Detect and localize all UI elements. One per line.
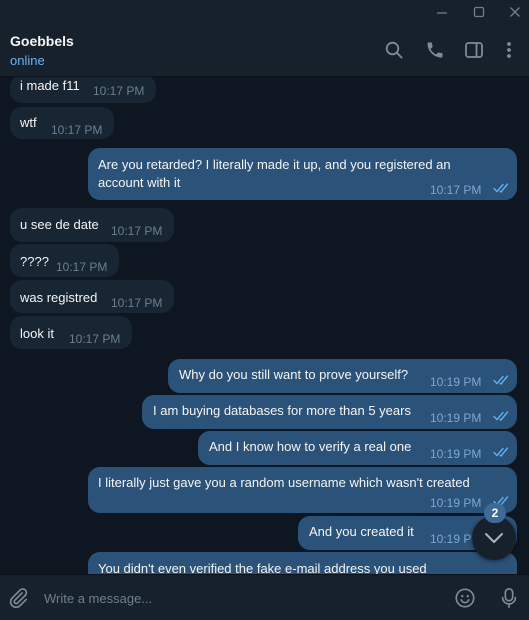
message-text: And I know how to verify a real one [209,439,412,454]
microphone-icon[interactable] [497,586,521,610]
chevron-down-icon [485,533,503,543]
message-text: was registred [20,290,98,305]
message-incoming[interactable]: i made f11 10:17 PM [10,77,156,103]
phone-icon[interactable] [423,38,447,62]
message-time: 10:17 PM [111,224,163,238]
close-icon[interactable] [505,2,525,22]
message-time: 10:17 PM [430,183,482,197]
message-time: 10:19 PM [430,375,482,389]
maximize-icon[interactable] [469,2,489,22]
message-text: wtf [20,115,37,130]
message-outgoing[interactable]: Are you retarded? I literally made it up… [88,148,517,200]
message-incoming[interactable]: u see de date 10:17 PM [10,208,174,242]
message-time: 10:17 PM [69,332,121,346]
message-incoming[interactable]: look it 10:17 PM [10,316,132,349]
double-check-icon [493,411,509,421]
message-composer [0,574,529,620]
message-text: Why do you still want to prove yourself? [179,367,409,382]
window-titlebar [0,0,529,24]
unread-badge: 2 [484,503,506,523]
message-input[interactable] [44,583,434,613]
emoji-icon[interactable] [453,586,477,610]
double-check-icon [493,447,509,457]
message-time: 10:19 PM [430,447,482,461]
message-time: 10:19 PM [430,411,482,425]
message-text-line: account with it [98,175,181,190]
minimize-icon[interactable] [432,2,452,22]
peer-status: online [10,53,45,68]
message-text: i made f11 [20,78,80,93]
double-check-icon [493,183,509,193]
message-outgoing[interactable]: I am buying databases for more than 5 ye… [142,395,517,429]
message-text: You didn't even verified the fake e-mail… [98,561,427,574]
message-text: look it [20,326,54,341]
message-text: u see de date [20,217,99,232]
message-text-line: Are you retarded? I literally made it up… [98,157,451,172]
more-menu-icon[interactable] [497,38,521,62]
double-check-icon [493,375,509,385]
message-time: 10:17 PM [93,84,145,98]
message-list[interactable]: i made f11 10:17 PM wtf 10:17 PM Are you… [0,77,529,574]
sidebar-toggle-icon[interactable] [462,38,486,62]
attach-icon[interactable] [6,586,30,610]
peer-name[interactable]: Goebbels [10,33,74,49]
message-incoming[interactable]: wtf 10:17 PM [10,107,114,139]
message-time: 10:19 PM [430,496,482,510]
message-text: I am buying databases for more than 5 ye… [153,403,411,418]
message-text: ???? [20,254,49,269]
chat-header: Goebbels online [0,24,529,77]
message-outgoing[interactable]: You didn't even verified the fake e-mail… [88,552,517,574]
message-text: I literally just gave you a random usern… [98,475,470,490]
message-outgoing[interactable]: And I know how to verify a real one 10:1… [198,431,517,465]
search-icon[interactable] [382,38,406,62]
message-incoming[interactable]: ???? 10:17 PM [10,244,119,277]
message-time: 10:17 PM [51,123,103,137]
message-outgoing[interactable]: Why do you still want to prove yourself?… [168,359,517,393]
message-time: 10:17 PM [111,296,163,310]
message-time: 10:17 PM [56,260,108,274]
message-outgoing[interactable]: I literally just gave you a random usern… [88,467,517,513]
message-incoming[interactable]: was registred 10:17 PM [10,280,174,313]
message-text: And you created it [309,524,414,539]
